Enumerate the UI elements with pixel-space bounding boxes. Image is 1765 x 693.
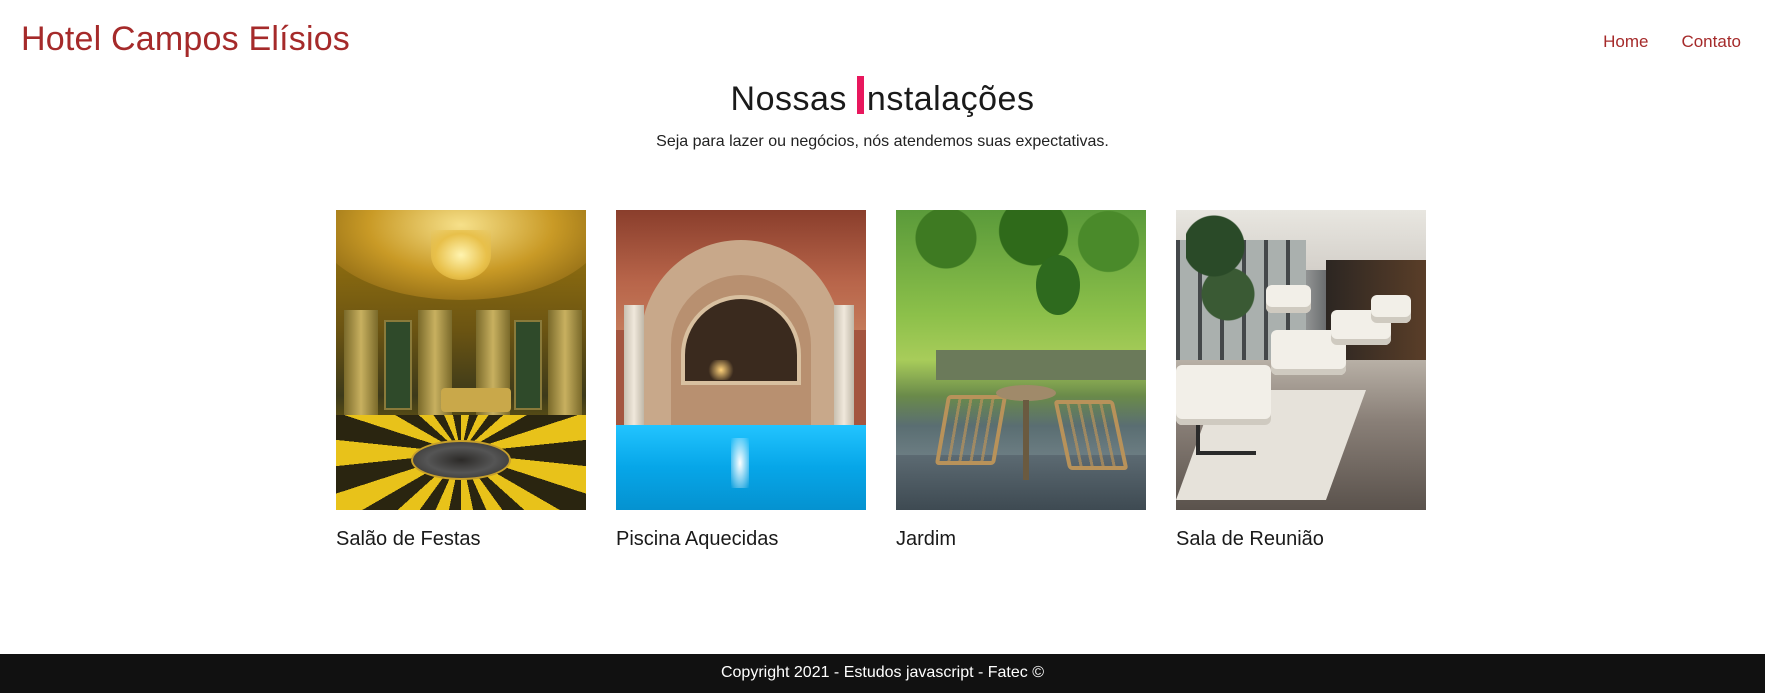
brand-logo-text[interactable]: Hotel Campos Elísios: [21, 20, 350, 59]
facility-card-salao[interactable]: Salão de Festas: [336, 210, 586, 551]
indoor-pool-photo[interactable]: [616, 210, 866, 510]
main-nav: Home Contato: [1603, 32, 1741, 52]
facility-label: Salão de Festas: [336, 528, 481, 550]
typing-caret: [856, 76, 864, 114]
facility-card-sala[interactable]: Sala de Reunião: [1176, 210, 1426, 551]
copyright-text: Copyright 2021 - Estudos javascript - Fa…: [720, 664, 1045, 681]
section-subtitle: Seja para lazer ou negócios, nós atendem…: [656, 133, 1109, 150]
garden-photo[interactable]: [896, 210, 1146, 510]
nav-link-contato[interactable]: Contato: [1681, 32, 1741, 52]
lounge-photo[interactable]: [1176, 210, 1426, 510]
ballroom-photo[interactable]: [336, 210, 586, 510]
facility-card-piscina[interactable]: Piscina Aquecidas: [616, 210, 866, 551]
section-title: Nossas nstalações: [0, 76, 1765, 119]
facilities-gallery: Salão de Festas Piscina Aquecidas Jardim…: [336, 210, 1426, 551]
section-title-prefix: Nossas: [730, 80, 847, 118]
site-header: Hotel Campos Elísios Home Contato: [0, 0, 1765, 80]
facility-label: Jardim: [896, 528, 957, 550]
nav-link-home[interactable]: Home: [1603, 32, 1648, 52]
facility-label: Piscina Aquecidas: [616, 528, 779, 550]
facility-label: Sala de Reunião: [1176, 528, 1324, 550]
site-footer: Copyright 2021 - Estudos javascript - Fa…: [0, 654, 1765, 693]
section-title-suffix: nstalações: [866, 80, 1035, 118]
facility-card-jardim[interactable]: Jardim: [896, 210, 1146, 551]
